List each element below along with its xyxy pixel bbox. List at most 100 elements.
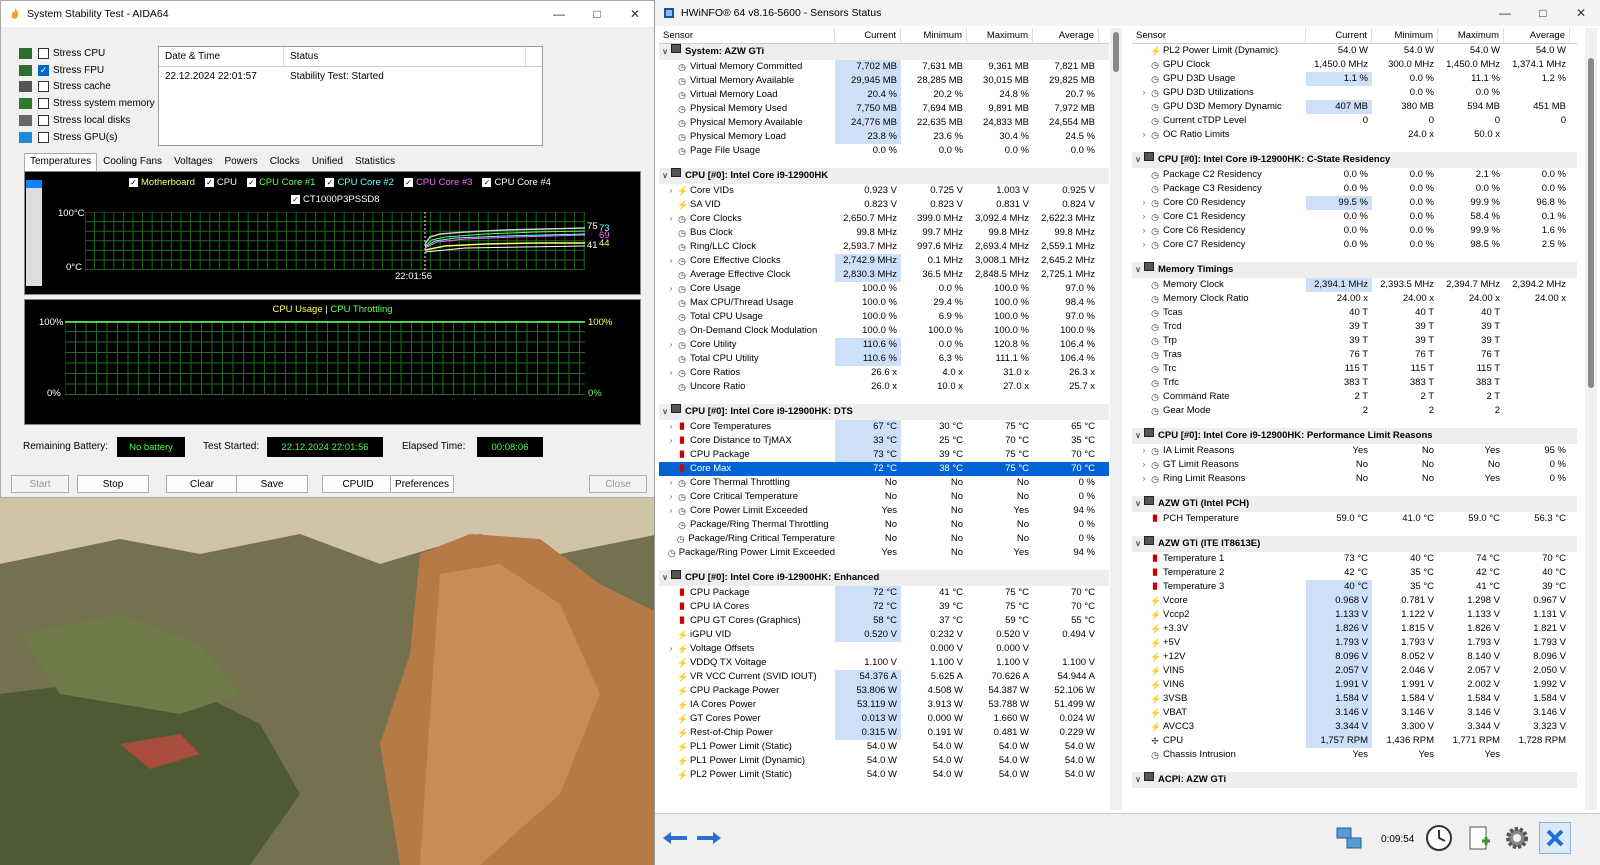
- sensor-row[interactable]: ◷ Memory Clock Ratio 24.00 x 24.00 x 24.00 x…: [1132, 292, 1577, 306]
- sensor-row[interactable]: ⚡ VIN6 1.991 V 1.991 V 2.002 V 1.992 V: [1132, 678, 1577, 692]
- sensor-row[interactable]: › ◷ Core C7 Residency 0.0 % 0.0 % 98.5 % 2.5 %: [1132, 238, 1577, 252]
- maximize-icon[interactable]: □: [1524, 0, 1562, 26]
- sensor-row[interactable]: › ◷ Core Critical Temperature No No No 0 %: [659, 490, 1109, 504]
- sensor-group[interactable]: ∨ CPU [#0]: Intel Core i9-12900HK: C-Stat…: [1132, 152, 1577, 168]
- stress-checkbox[interactable]: [38, 47, 49, 59]
- sensor-row[interactable]: ◷ Max CPU/Thread Usage 100.0 % 29.4 % 100.0 …: [659, 296, 1109, 310]
- sensor-row[interactable]: ◷ Trfc 383 T 383 T 383 T: [1132, 376, 1577, 390]
- log-row[interactable]: 22.12.2024 22:01:57 Stability Test: Star…: [159, 67, 542, 85]
- sensor-row[interactable]: ◷ Tcas 40 T 40 T 40 T: [1132, 306, 1577, 320]
- sensor-row[interactable]: ◷ Package C2 Residency 0.0 % 0.0 % 2.1 % 0.0 …: [1132, 168, 1577, 182]
- close-icon[interactable]: ✕: [616, 1, 654, 27]
- sensor-row[interactable]: ◷ Virtual Memory Available 29,945 MB 28,285…: [659, 74, 1109, 88]
- tab-unified[interactable]: Unified: [306, 153, 349, 171]
- sensor-row[interactable]: ◷ Tras 76 T 76 T 76 T: [1132, 348, 1577, 362]
- sensor-row[interactable]: › ◷ Core Usage 100.0 % 0.0 % 100.0 % 97.0 %: [659, 282, 1109, 296]
- sensor-row[interactable]: ◷ Trcd 39 T 39 T 39 T: [1132, 320, 1577, 334]
- sensor-row[interactable]: ⚡ Rest-of-Chip Power 0.315 W 0.191 W 0.481 W…: [659, 726, 1109, 740]
- scrollbar-right[interactable]: [1585, 28, 1597, 810]
- close-button[interactable]: Close: [589, 475, 647, 493]
- clear-button[interactable]: Clear: [166, 475, 238, 493]
- header-current[interactable]: Current: [835, 28, 901, 43]
- sensor-row[interactable]: › ◷ Core Utility 110.6 % 0.0 % 120.8 % 106.4 %: [659, 338, 1109, 352]
- chevron-right-icon[interactable]: ›: [665, 420, 677, 434]
- sensor-row[interactable]: › ◷ Core Clocks 2,650.7 MHz 399.0 MHz 3,092.4…: [659, 212, 1109, 226]
- legend-checkbox[interactable]: ✓: [403, 178, 413, 187]
- sensor-row[interactable]: ◷ Gear Mode 2 2 2: [1132, 404, 1577, 418]
- chevron-right-icon[interactable]: ›: [1138, 128, 1150, 142]
- sensor-row[interactable]: ◷ GPU D3D Usage 1.1 % 0.0 % 11.1 % 1.2 %: [1132, 72, 1577, 86]
- maximize-icon[interactable]: □: [578, 1, 616, 27]
- sensor-row[interactable]: › ◷ Core C0 Residency 99.5 % 0.0 % 99.9 % 96.8…: [1132, 196, 1577, 210]
- chevron-right-icon[interactable]: ›: [665, 476, 677, 490]
- sensor-group[interactable]: ∨ AZW GTi (Intel PCH): [1132, 496, 1577, 512]
- sensor-row[interactable]: ◷ GPU Clock 1,450.0 MHz 300.0 MHz 1,450.0 MH…: [1132, 58, 1577, 72]
- sensor-row[interactable]: ◷ Total CPU Usage 100.0 % 6.9 % 100.0 % 97.0 …: [659, 310, 1109, 324]
- legend-checkbox[interactable]: ✓: [204, 178, 214, 187]
- sensor-row[interactable]: █ PCH Temperature 59.0 °C 41.0 °C 59.0 °C 56.…: [1132, 512, 1577, 526]
- cpuid-button[interactable]: CPUID: [322, 475, 394, 493]
- tab-statistics[interactable]: Statistics: [349, 153, 401, 171]
- sensor-row[interactable]: ◷ On-Demand Clock Modulation 100.0 % 100.0 …: [659, 324, 1109, 338]
- graph-scrollbar[interactable]: [26, 180, 42, 286]
- sensor-row[interactable]: › ◷ OC Ratio Limits 24.0 x 50.0 x: [1132, 128, 1577, 142]
- log-header-status[interactable]: Status: [284, 47, 526, 66]
- sensor-row[interactable]: █ Temperature 2 42 °C 35 °C 42 °C 40 °C: [1132, 566, 1577, 580]
- sensor-row[interactable]: › ◷ Core Effective Clocks 2,742.9 MHz 0.1 MH…: [659, 254, 1109, 268]
- stop-button[interactable]: Stop: [77, 475, 149, 493]
- scrollbar-left[interactable]: [1110, 28, 1122, 810]
- sensor-group[interactable]: ∨ System: AZW GTi: [659, 44, 1109, 60]
- chevron-right-icon[interactable]: ›: [665, 366, 677, 380]
- chevron-down-icon[interactable]: ∨: [1132, 262, 1144, 278]
- chevron-down-icon[interactable]: ∨: [1132, 496, 1144, 512]
- chevron-right-icon[interactable]: ›: [1138, 444, 1150, 458]
- legend-checkbox[interactable]: ✓: [246, 178, 256, 187]
- gear-icon[interactable]: [1501, 822, 1533, 854]
- chevron-right-icon[interactable]: ›: [665, 642, 677, 656]
- stress-item[interactable]: ✓ Stress FPU: [19, 62, 159, 79]
- sensor-group[interactable]: ∨ CPU [#0]: Intel Core i9-12900HK: Enhanc…: [659, 570, 1109, 586]
- legend-item[interactable]: ✓ CPU Core #4: [482, 177, 551, 188]
- legend-checkbox[interactable]: ✓: [325, 178, 335, 187]
- chevron-right-icon[interactable]: ›: [665, 282, 677, 296]
- sensor-row[interactable]: ✢ CPU 1,757 RPM 1,436 RPM 1,771 RPM 1,728 RPM: [1132, 734, 1577, 748]
- stress-checkbox[interactable]: ✓: [38, 64, 49, 76]
- chevron-down-icon[interactable]: ∨: [1132, 152, 1144, 168]
- header-sensor[interactable]: Sensor: [1132, 28, 1306, 43]
- tab-powers[interactable]: Powers: [218, 153, 263, 171]
- sensor-row[interactable]: ◷ Chassis Intrusion Yes Yes Yes: [1132, 748, 1577, 762]
- chevron-right-icon[interactable]: ›: [1138, 86, 1150, 100]
- sensor-row[interactable]: ⚡ PL2 Power Limit (Static) 54.0 W 54.0 W 54.…: [659, 768, 1109, 782]
- sensor-row[interactable]: ⚡ +12V 8.096 V 8.052 V 8.140 V 8.096 V: [1132, 650, 1577, 664]
- stress-item[interactable]: Stress GPU(s): [19, 129, 159, 146]
- tab-cooling-fans[interactable]: Cooling Fans: [97, 153, 168, 171]
- sensor-row[interactable]: › ◷ Core Power Limit Exceeded Yes No Yes 94 %: [659, 504, 1109, 518]
- sensor-row[interactable]: ◷ Physical Memory Available 24,776 MB 22,63…: [659, 116, 1109, 130]
- sensor-group[interactable]: ∨ AZW GTi (ITE IT8613E): [1132, 536, 1577, 552]
- sensor-row[interactable]: ⚡ VBAT 3.146 V 3.146 V 3.146 V 3.146 V: [1132, 706, 1577, 720]
- sensor-row[interactable]: ◷ Package/Ring Thermal Throttling No No No 0 …: [659, 518, 1109, 532]
- chevron-down-icon[interactable]: ∨: [1132, 428, 1144, 444]
- sensor-row[interactable]: › ◷ Core C6 Residency 0.0 % 0.0 % 99.9 % 1.6 %: [1132, 224, 1577, 238]
- sensor-row[interactable]: █ CPU IA Cores 72 °C 39 °C 75 °C 70 °C: [659, 600, 1109, 614]
- sensor-row[interactable]: › ◷ Core Thermal Throttling No No No 0 %: [659, 476, 1109, 490]
- stress-checkbox[interactable]: [38, 81, 49, 93]
- sensor-row[interactable]: ⚡ VDDQ TX Voltage 1.100 V 1.100 V 1.100 V 1.1…: [659, 656, 1109, 670]
- sensor-row[interactable]: █ CPU Package 72 °C 41 °C 75 °C 70 °C: [659, 586, 1109, 600]
- sensor-row[interactable]: ◷ Virtual Memory Committed 7,702 MB 7,631 M…: [659, 60, 1109, 74]
- sensor-row[interactable]: █ Temperature 1 73 °C 40 °C 74 °C 70 °C: [1132, 552, 1577, 566]
- sensor-row[interactable]: › ⚡ Voltage Offsets 0.000 V 0.000 V: [659, 642, 1109, 656]
- sensor-row[interactable]: › █ Core Temperatures 67 °C 30 °C 75 °C 65 °C: [659, 420, 1109, 434]
- sensor-row[interactable]: █ Core Max 72 °C 38 °C 75 °C 70 °C: [659, 462, 1109, 476]
- sensor-row[interactable]: ⚡ VR VCC Current (SVID IOUT) 54.376 A 5.625…: [659, 670, 1109, 684]
- sensor-row[interactable]: ◷ Virtual Memory Load 20.4 % 20.2 % 24.8 % 20…: [659, 88, 1109, 102]
- sensor-row[interactable]: ⚡ PL2 Power Limit (Dynamic) 54.0 W 54.0 W 54…: [1132, 44, 1577, 58]
- chevron-down-icon[interactable]: ∨: [1132, 536, 1144, 552]
- sensor-row[interactable]: › ◷ GT Limit Reasons No No No 0 %: [1132, 458, 1577, 472]
- header-maximum[interactable]: Maximum: [1438, 28, 1504, 43]
- legend-item[interactable]: ✓ CPU Core #2: [325, 177, 394, 188]
- sensor-row[interactable]: ◷ Average Effective Clock 2,830.3 MHz 36.5 …: [659, 268, 1109, 282]
- clock-icon[interactable]: [1423, 822, 1455, 854]
- sensor-row[interactable]: ⚡ GT Cores Power 0.013 W 0.000 W 1.660 W 0.02…: [659, 712, 1109, 726]
- sensor-row[interactable]: ◷ Physical Memory Load 23.8 % 23.6 % 30.4 % 2…: [659, 130, 1109, 144]
